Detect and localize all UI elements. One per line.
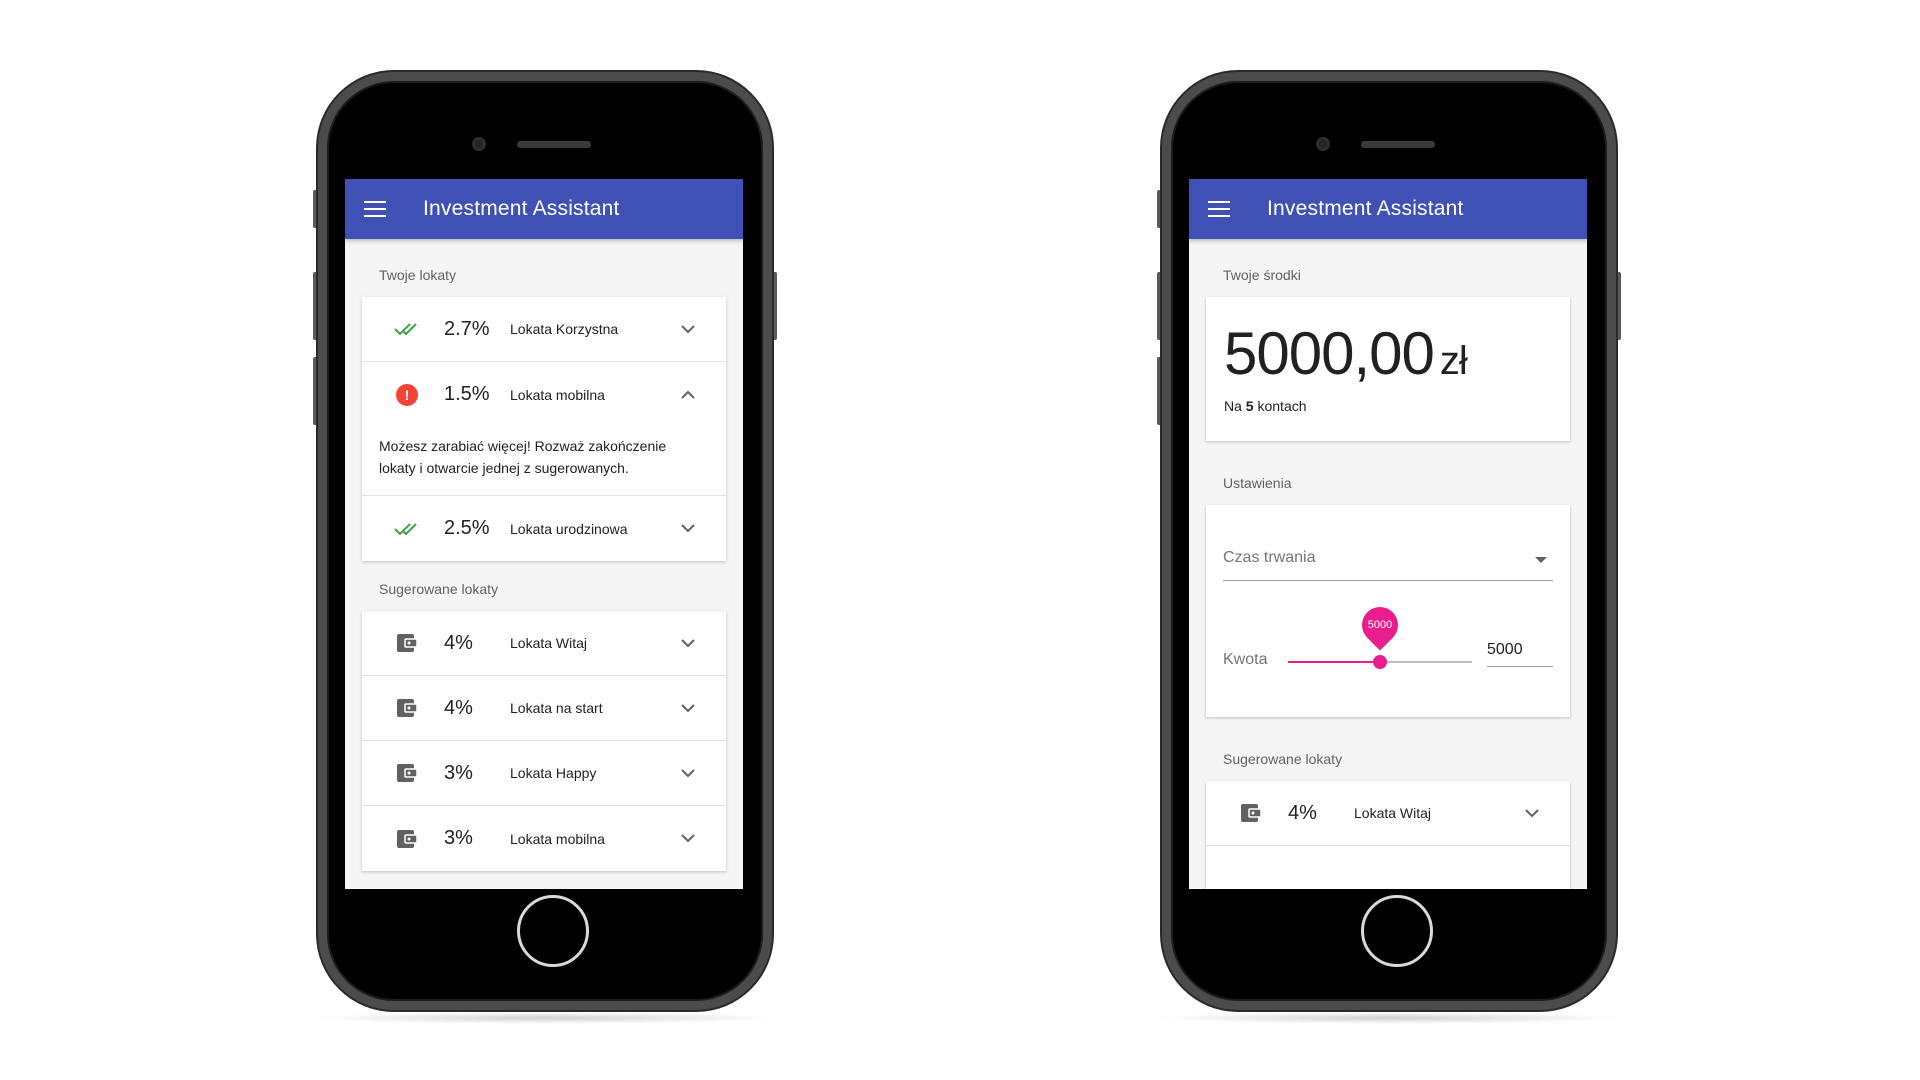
speaker-grille	[517, 141, 591, 148]
dropdown-arrow-icon	[1535, 557, 1547, 563]
deposit-rate: 2.7%	[444, 317, 490, 340]
deposit-rate: 1.5%	[444, 383, 490, 405]
error-icon: !	[392, 383, 422, 406]
settings-card: Czas trwania Kwota 5000 5000	[1206, 505, 1570, 717]
balance-card: 5000,00 zł Na 5 kontach	[1206, 297, 1570, 441]
chevron-down-icon[interactable]	[678, 524, 698, 533]
suggested-row-partial[interactable]	[1206, 846, 1570, 889]
chevron-up-icon[interactable]	[678, 390, 698, 399]
suggested-row[interactable]: 4% Lokata Witaj	[362, 611, 726, 676]
suggested-rate: 3%	[444, 761, 473, 784]
wallet-icon	[392, 634, 422, 652]
deposit-row[interactable]: 2.7% Lokata Korzystna	[362, 297, 726, 362]
wallet-icon	[392, 764, 422, 782]
wallet-icon	[1236, 804, 1266, 822]
chevron-down-icon[interactable]	[1522, 808, 1542, 818]
camera-icon	[1316, 137, 1330, 151]
hamburger-menu-icon[interactable]	[1208, 201, 1230, 217]
slider-thumb[interactable]	[1373, 655, 1387, 669]
wallet-icon	[392, 699, 422, 717]
suggested-rate: 4%	[444, 631, 473, 654]
double-check-icon	[392, 522, 422, 536]
phone-left: Investment Assistant Twoje lokaty 2.7% L…	[308, 72, 782, 1024]
phone-right: Investment Assistant Twoje środki 5000,0…	[1152, 72, 1626, 1024]
speaker-grille	[1361, 141, 1435, 148]
app-bar: Investment Assistant	[1189, 179, 1587, 239]
deposit-name: Lokata Korzystna	[510, 321, 619, 337]
suggested-name: Lokata Witaj	[510, 635, 588, 651]
suggested-name: Lokata mobilna	[510, 830, 605, 847]
balance-amount: 5000,00 zł	[1224, 319, 1570, 388]
app-title: Investment Assistant	[423, 197, 620, 220]
suggested-rate: 4%	[444, 696, 473, 719]
chevron-down-icon[interactable]	[678, 703, 698, 713]
suggested-deposits-card: 4% Lokata Witaj 4% Lokata na start 3% Lo…	[362, 611, 726, 871]
wallet-icon	[392, 829, 422, 848]
deposit-name: Lokata mobilna	[510, 386, 605, 403]
double-check-icon	[392, 322, 422, 336]
suggested-row[interactable]: 4% Lokata Witaj	[1206, 781, 1570, 846]
suggested-row[interactable]: 3% Lokata mobilna	[362, 806, 726, 871]
amount-slider[interactable]: 5000	[1288, 599, 1472, 669]
home-button[interactable]	[1361, 895, 1433, 967]
accounts-count-text: Na 5 kontach	[1224, 398, 1570, 414]
chevron-down-icon[interactable]	[678, 834, 698, 843]
suggested-rate: 3%	[444, 827, 473, 849]
balance-value: 5000,00	[1224, 320, 1435, 387]
error-glyph: !	[396, 383, 418, 406]
deposit-rate: 2.5%	[444, 517, 490, 539]
suggested-name: Lokata Happy	[510, 765, 597, 781]
app-title: Investment Assistant	[1267, 197, 1464, 220]
suggested-name: Lokata Witaj	[1354, 805, 1432, 821]
deposit-name: Lokata urodzinowa	[510, 520, 628, 537]
accounts-suffix: kontach	[1257, 398, 1307, 414]
deposit-row[interactable]: 2.5% Lokata urodzinowa	[362, 496, 726, 561]
screen-deposits: Investment Assistant Twoje lokaty 2.7% L…	[345, 179, 743, 889]
deposit-details-text: Możesz zarabiać więcej! Rozważ zakończen…	[362, 427, 726, 496]
home-button[interactable]	[517, 895, 589, 967]
duration-select[interactable]: Czas trwania	[1223, 549, 1553, 581]
screen-funds: Investment Assistant Twoje środki 5000,0…	[1189, 179, 1587, 889]
slider-value-bubble: 5000	[1354, 599, 1406, 651]
suggested-name: Lokata na start	[510, 700, 603, 716]
your-deposits-card: 2.7% Lokata Korzystna ! 1.5% Lokata mobi…	[362, 297, 726, 561]
camera-icon	[472, 137, 486, 151]
phone-shadow	[308, 1012, 782, 1024]
slider-fill	[1288, 661, 1380, 663]
accounts-prefix: Na	[1224, 398, 1242, 414]
deposit-row-expanded[interactable]: ! 1.5% Lokata mobilna	[362, 362, 726, 427]
chevron-down-icon[interactable]	[678, 324, 698, 334]
chevron-down-icon[interactable]	[678, 768, 698, 778]
suggested-rate: 4%	[1288, 801, 1317, 824]
slider-value: 5000	[1367, 619, 1393, 631]
amount-input[interactable]: 5000	[1487, 635, 1553, 667]
chevron-down-icon[interactable]	[678, 638, 698, 648]
section-label-funds: Twoje środki	[1223, 267, 1301, 283]
section-label-your-deposits: Twoje lokaty	[379, 267, 457, 283]
accounts-count: 5	[1245, 398, 1254, 414]
suggested-row[interactable]: 4% Lokata na start	[362, 676, 726, 741]
duration-placeholder: Czas trwania	[1223, 549, 1316, 566]
balance-currency: zł	[1439, 339, 1468, 383]
suggested-row[interactable]: 3% Lokata Happy	[362, 741, 726, 806]
suggested-deposits-card: 4% Lokata Witaj	[1206, 781, 1570, 889]
phone-shadow	[1152, 1012, 1626, 1024]
section-label-settings: Ustawienia	[1223, 475, 1292, 491]
app-bar: Investment Assistant	[345, 179, 743, 239]
amount-label: Kwota	[1223, 651, 1268, 668]
section-label-suggested: Sugerowane lokaty	[1223, 751, 1343, 767]
section-label-suggested: Sugerowane lokaty	[379, 581, 499, 597]
hamburger-menu-icon[interactable]	[364, 201, 386, 217]
